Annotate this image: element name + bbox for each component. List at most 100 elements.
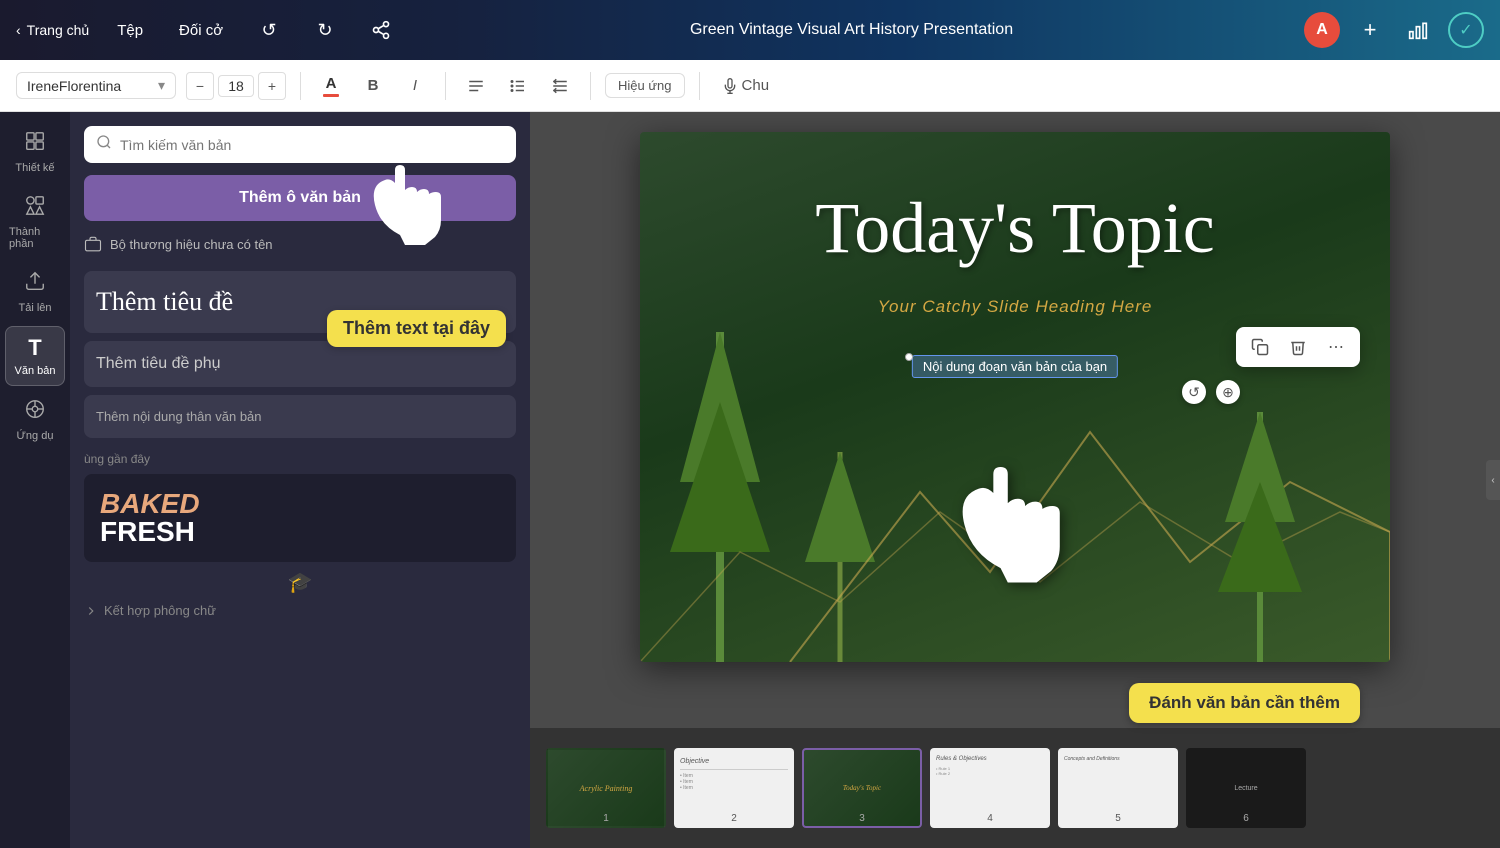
effects-button[interactable]: Hiệu ứng	[605, 73, 685, 98]
separator-4	[699, 72, 700, 100]
user-avatar[interactable]: A	[1304, 12, 1340, 48]
spacing-button[interactable]	[544, 70, 576, 102]
sidebar-item-design[interactable]: Thiết kế	[5, 122, 65, 182]
font-name-label: IreneFlorentina	[27, 78, 121, 94]
elements-label: Thành phần	[9, 226, 61, 250]
format-menu[interactable]: Đối cở	[171, 18, 231, 43]
search-container	[84, 126, 516, 163]
top-navigation: ‹ Trang chủ Tệp Đối cở ↺ ↻ Green Vintage…	[0, 0, 1500, 60]
analytics-button[interactable]	[1400, 12, 1436, 48]
add-subtitle-button[interactable]: Thêm tiêu đề phụ	[84, 341, 516, 387]
thumb-num-4: 4	[932, 813, 1048, 824]
formatting-toolbar: IreneFlorentina ▾ − 18 + A B I H	[0, 60, 1500, 112]
separator-3	[590, 72, 591, 100]
voice-button[interactable]: Chu	[714, 70, 778, 102]
canvas-area: ‹	[530, 112, 1500, 848]
list-button[interactable]	[502, 70, 534, 102]
check-button[interactable]: ✓	[1448, 12, 1484, 48]
fresh-text: FRESH	[100, 518, 195, 546]
elements-icon	[24, 194, 46, 222]
brand-label: Bộ thương hiệu chưa có tên	[110, 237, 273, 252]
font-size-decrease[interactable]: −	[186, 72, 214, 100]
thumbnail-1[interactable]: Acrylic Painting 1	[546, 748, 666, 828]
voice-label: Chu	[742, 77, 770, 94]
separator-1	[300, 72, 301, 100]
resize-handle[interactable]	[905, 353, 913, 361]
share-button[interactable]	[363, 12, 399, 48]
undo-button[interactable]: ↺	[251, 12, 287, 48]
nav-links: Tệp Đối cở	[109, 18, 231, 43]
separator-2	[445, 72, 446, 100]
collapse-panel-button[interactable]: ‹	[1486, 460, 1500, 500]
thumb-num-2: 2	[676, 813, 792, 824]
align-button[interactable]	[460, 70, 492, 102]
search-input[interactable]	[120, 137, 504, 153]
upload-label: Tải lên	[18, 302, 51, 314]
add-body-button[interactable]: Thêm nội dung thân văn bản	[84, 395, 516, 438]
font-size-control: − 18 +	[186, 72, 286, 100]
design-label: Thiết kế	[15, 162, 54, 174]
slide-outer: Today's Topic Your Catchy Slide Heading …	[530, 112, 1500, 728]
upload-icon	[24, 270, 46, 298]
thumb-num-3: 3	[804, 813, 920, 824]
thumbnail-6[interactable]: Lecture 6	[1186, 748, 1306, 828]
text-options-panel: Thêm ô văn bản Bộ thương hiệu chưa có tê…	[70, 112, 530, 848]
home-label[interactable]: Trang chủ	[27, 22, 90, 38]
copy-icon[interactable]	[1246, 333, 1274, 361]
italic-icon: I	[413, 77, 417, 94]
recent-label: ùng gần đây	[84, 452, 516, 466]
text-icon: T	[28, 335, 41, 361]
color-a-icon: A	[326, 75, 337, 92]
add-element-handle[interactable]: ⊕	[1216, 380, 1240, 404]
apps-icon	[24, 398, 46, 426]
add-button[interactable]: +	[1352, 12, 1388, 48]
font-size-value[interactable]: 18	[218, 75, 254, 97]
slide-subtitle[interactable]: Your Catchy Slide Heading Here	[878, 297, 1153, 317]
thumb-num-1: 1	[548, 813, 664, 824]
font-dropdown-icon: ▾	[158, 77, 165, 94]
selected-text-element[interactable]: Nội dung đoạn văn bản của bạn	[912, 355, 1118, 378]
thumb-num-5: 5	[1060, 813, 1176, 824]
text-label: Văn bản	[15, 365, 56, 377]
font-combo-card[interactable]: BAKED FRESH	[84, 474, 516, 562]
thumbnail-5[interactable]: Concepts and Definitions 5	[1058, 748, 1178, 828]
font-family-selector[interactable]: IreneFlorentina ▾	[16, 72, 176, 99]
slide-thumbnails-bar: Acrylic Painting 1 Objective • Item • It…	[530, 728, 1500, 848]
sidebar-item-apps[interactable]: Ứng dụ	[5, 390, 65, 450]
font-size-increase[interactable]: +	[258, 72, 286, 100]
add-text-tooltip: Thêm text tại đây	[327, 310, 506, 347]
graduation-icon-row: 🎓	[84, 570, 516, 595]
sidebar-item-elements[interactable]: Thành phần	[5, 186, 65, 258]
font-color-button[interactable]: A	[315, 70, 347, 102]
baked-text: BAKED	[100, 490, 200, 518]
main-layout: Thiết kế Thành phần Tải lên T Văn bản	[0, 112, 1500, 848]
hand-cursor-slide	[955, 467, 1075, 602]
file-menu[interactable]: Tệp	[109, 18, 151, 43]
type-text-tooltip: Đánh văn bản cần thêm	[1129, 683, 1360, 723]
bold-icon: B	[368, 77, 379, 94]
thumb-num-6: 6	[1188, 813, 1304, 824]
slide-canvas[interactable]: Today's Topic Your Catchy Slide Heading …	[640, 132, 1390, 662]
delete-icon[interactable]	[1284, 333, 1312, 361]
left-sidebar: Thiết kế Thành phần Tải lên T Văn bản	[0, 112, 70, 848]
back-button[interactable]: ‹ Trang chủ	[16, 22, 89, 38]
redo-button[interactable]: ↻	[307, 12, 343, 48]
text-context-menu: ⋯	[1236, 327, 1360, 367]
design-icon	[24, 130, 46, 158]
right-actions: A + ✓	[1304, 12, 1484, 48]
sidebar-item-text[interactable]: T Văn bản	[5, 326, 65, 386]
italic-button[interactable]: I	[399, 70, 431, 102]
combine-fonts-row[interactable]: Kết hợp phông chữ	[84, 603, 516, 618]
thumbnail-4[interactable]: Rules & Objectives • Rule 1 • Rule 2 4	[930, 748, 1050, 828]
thumbnail-3[interactable]: Today's Topic 3	[802, 748, 922, 828]
bold-button[interactable]: B	[357, 70, 389, 102]
back-icon: ‹	[16, 22, 21, 38]
sidebar-item-upload[interactable]: Tải lên	[5, 262, 65, 322]
more-options-icon[interactable]: ⋯	[1322, 333, 1350, 361]
apps-label: Ứng dụ	[17, 430, 54, 442]
rotate-handle[interactable]: ↺	[1182, 380, 1206, 404]
doc-title: Green Vintage Visual Art History Present…	[419, 21, 1284, 39]
color-swatch	[323, 94, 339, 97]
thumbnail-2[interactable]: Objective • Item • Item • Item 2	[674, 748, 794, 828]
add-text-box-button[interactable]: Thêm ô văn bản	[84, 175, 516, 221]
